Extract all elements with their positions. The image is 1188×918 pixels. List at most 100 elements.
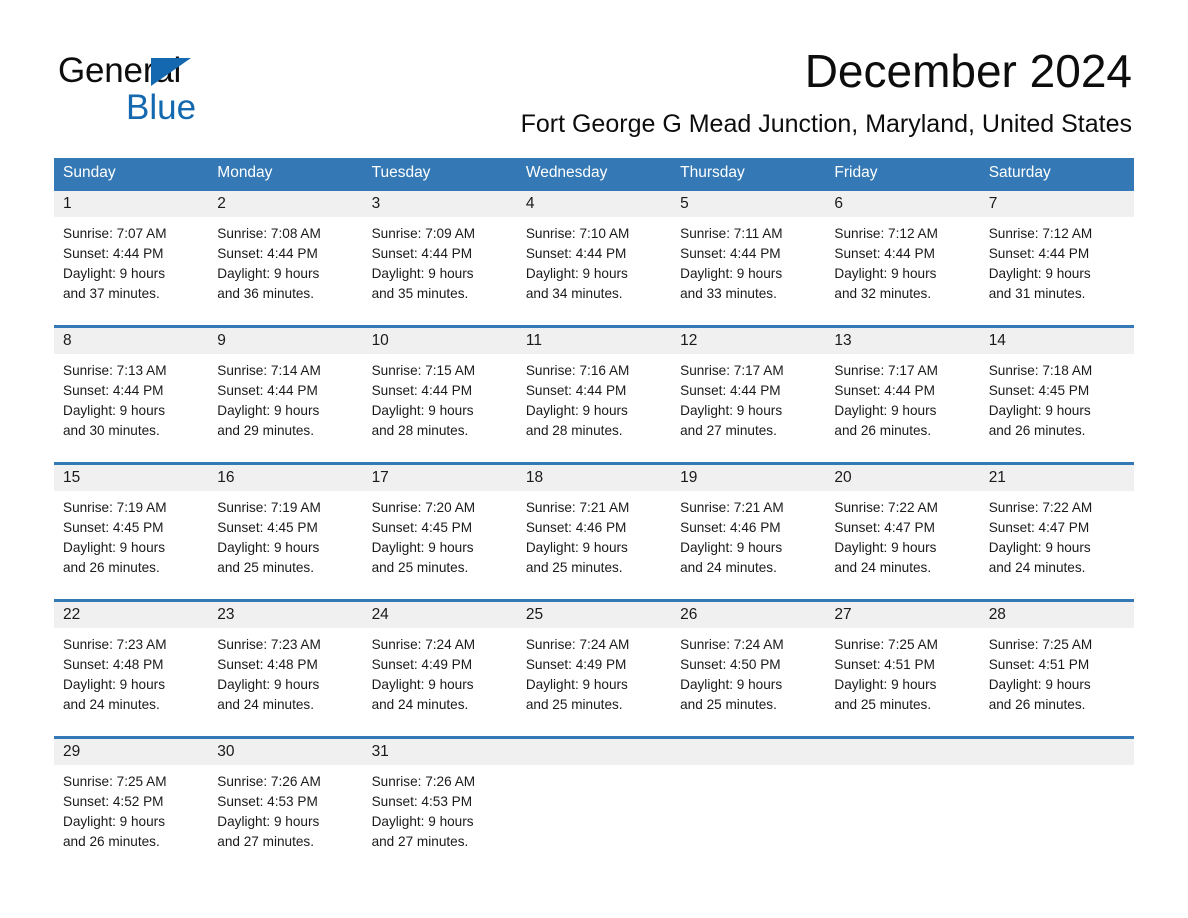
sunset-text: Sunset: 4:44 PM <box>680 383 781 398</box>
sunset-text: Sunset: 4:44 PM <box>680 246 781 261</box>
day-number[interactable]: 18 <box>517 465 671 491</box>
day-number[interactable]: 3 <box>363 191 517 217</box>
day-cell[interactable]: Sunrise: 7:17 AM Sunset: 4:44 PM Dayligh… <box>825 354 979 462</box>
daylight-text-line2: and 27 minutes. <box>680 423 777 438</box>
day-number[interactable]: 8 <box>54 328 208 354</box>
day-cell[interactable]: Sunrise: 7:19 AM Sunset: 4:45 PM Dayligh… <box>208 491 362 599</box>
daylight-text-line2: and 25 minutes. <box>217 560 315 575</box>
sunrise-text: Sunrise: 7:15 AM <box>371 363 476 378</box>
day-cell[interactable]: Sunrise: 7:12 AM Sunset: 4:44 PM Dayligh… <box>825 217 979 325</box>
day-number[interactable]: 2 <box>208 191 362 217</box>
day-cell[interactable]: Sunrise: 7:25 AM Sunset: 4:52 PM Dayligh… <box>54 765 208 873</box>
day-cell[interactable]: Sunrise: 7:22 AM Sunset: 4:47 PM Dayligh… <box>980 491 1134 599</box>
day-cell[interactable]: Sunrise: 7:21 AM Sunset: 4:46 PM Dayligh… <box>517 491 671 599</box>
day-cell[interactable]: Sunrise: 7:17 AM Sunset: 4:44 PM Dayligh… <box>671 354 825 462</box>
day-cell[interactable]: Sunrise: 7:09 AM Sunset: 4:44 PM Dayligh… <box>363 217 517 325</box>
day-cell[interactable]: Sunrise: 7:24 AM Sunset: 4:49 PM Dayligh… <box>363 628 517 736</box>
day-cell[interactable]: Sunrise: 7:21 AM Sunset: 4:46 PM Dayligh… <box>671 491 825 599</box>
day-number[interactable]: 17 <box>363 465 517 491</box>
day-number[interactable]: 31 <box>363 739 517 765</box>
day-number[interactable]: 12 <box>671 328 825 354</box>
weekday-header-wednesday: Wednesday <box>525 164 608 181</box>
day-cell[interactable]: Sunrise: 7:23 AM Sunset: 4:48 PM Dayligh… <box>54 628 208 736</box>
day-cell[interactable]: Sunrise: 7:16 AM Sunset: 4:44 PM Dayligh… <box>517 354 671 462</box>
day-number[interactable]: 25 <box>517 602 671 628</box>
daylight-text-line1: Daylight: 9 hours <box>525 540 628 555</box>
day-cell[interactable]: Sunrise: 7:24 AM Sunset: 4:50 PM Dayligh… <box>671 628 825 736</box>
day-number[interactable]: 10 <box>363 328 517 354</box>
sunrise-text: Sunrise: 7:23 AM <box>63 637 167 652</box>
daylight-text-line2: and 35 minutes. <box>371 286 469 301</box>
day-cell[interactable]: Sunrise: 7:24 AM Sunset: 4:49 PM Dayligh… <box>517 628 671 736</box>
day-cell[interactable]: Sunrise: 7:10 AM Sunset: 4:44 PM Dayligh… <box>517 217 671 325</box>
day-cell-empty <box>517 765 671 873</box>
day-cell[interactable]: Sunrise: 7:26 AM Sunset: 4:53 PM Dayligh… <box>208 765 362 873</box>
sunset-text: Sunset: 4:46 PM <box>525 520 627 535</box>
day-cell-empty <box>671 765 825 873</box>
day-number[interactable]: 16 <box>208 465 362 491</box>
day-cell[interactable]: Sunrise: 7:19 AM Sunset: 4:45 PM Dayligh… <box>54 491 208 599</box>
daylight-text-line2: and 28 minutes. <box>525 423 623 438</box>
day-cell[interactable]: Sunrise: 7:11 AM Sunset: 4:44 PM Dayligh… <box>671 217 825 325</box>
daylight-text-line2: and 30 minutes. <box>63 423 160 438</box>
calendar-week-row: 1 2 3 4 5 6 7 Sunrise: 7:07 AM Sunset: 4… <box>54 188 1134 325</box>
day-cell[interactable]: Sunrise: 7:14 AM Sunset: 4:44 PM Dayligh… <box>208 354 362 462</box>
day-cell[interactable]: Sunrise: 7:20 AM Sunset: 4:45 PM Dayligh… <box>363 491 517 599</box>
daylight-text-line1: Daylight: 9 hours <box>988 677 1091 692</box>
day-number-empty <box>825 739 979 765</box>
day-cell[interactable]: Sunrise: 7:13 AM Sunset: 4:44 PM Dayligh… <box>54 354 208 462</box>
page-title: December 2024 <box>804 45 1132 97</box>
sunrise-text: Sunrise: 7:09 AM <box>371 226 476 241</box>
day-number[interactable]: 27 <box>825 602 979 628</box>
day-number[interactable]: 6 <box>825 191 979 217</box>
daylight-text-line1: Daylight: 9 hours <box>680 540 783 555</box>
day-number[interactable]: 9 <box>208 328 362 354</box>
day-number[interactable]: 1 <box>54 191 208 217</box>
day-number[interactable]: 23 <box>208 602 362 628</box>
sunset-text: Sunset: 4:44 PM <box>525 383 627 398</box>
day-cell[interactable]: Sunrise: 7:15 AM Sunset: 4:44 PM Dayligh… <box>363 354 517 462</box>
sunset-text: Sunset: 4:44 PM <box>217 246 318 261</box>
sunset-text: Sunset: 4:48 PM <box>217 657 318 672</box>
day-number[interactable]: 13 <box>825 328 979 354</box>
daylight-text-line2: and 31 minutes. <box>988 286 1086 301</box>
day-number[interactable]: 7 <box>980 191 1134 217</box>
day-number[interactable]: 21 <box>980 465 1134 491</box>
day-number[interactable]: 22 <box>54 602 208 628</box>
weekday-header-tuesday: Tuesday <box>371 164 431 181</box>
day-number[interactable]: 29 <box>54 739 208 765</box>
calendar-week-row: 15 16 17 18 19 20 21 Sunrise: 7:19 AM Su… <box>54 462 1134 599</box>
sunset-text: Sunset: 4:51 PM <box>988 657 1090 672</box>
day-number[interactable]: 14 <box>980 328 1134 354</box>
sunset-text: Sunset: 4:45 PM <box>988 383 1090 398</box>
daylight-text-line1: Daylight: 9 hours <box>217 403 320 418</box>
day-cell[interactable]: Sunrise: 7:18 AM Sunset: 4:45 PM Dayligh… <box>980 354 1134 462</box>
day-number[interactable]: 11 <box>517 328 671 354</box>
day-cell[interactable]: Sunrise: 7:22 AM Sunset: 4:47 PM Dayligh… <box>825 491 979 599</box>
day-number[interactable]: 24 <box>363 602 517 628</box>
day-number[interactable]: 15 <box>54 465 208 491</box>
day-number[interactable]: 5 <box>671 191 825 217</box>
general-blue-logo[interactable]: General Blue <box>58 52 318 126</box>
sunrise-text: Sunrise: 7:24 AM <box>525 637 630 652</box>
title-block: December 2024 Fort George G Mead Junctio… <box>521 44 1132 140</box>
daylight-text-line1: Daylight: 9 hours <box>834 540 937 555</box>
day-number[interactable]: 4 <box>517 191 671 217</box>
day-cell[interactable]: Sunrise: 7:23 AM Sunset: 4:48 PM Dayligh… <box>208 628 362 736</box>
daylight-text-line1: Daylight: 9 hours <box>988 540 1091 555</box>
day-number[interactable]: 20 <box>825 465 979 491</box>
day-cell[interactable]: Sunrise: 7:26 AM Sunset: 4:53 PM Dayligh… <box>363 765 517 873</box>
day-cell[interactable]: Sunrise: 7:08 AM Sunset: 4:44 PM Dayligh… <box>208 217 362 325</box>
sunrise-text: Sunrise: 7:17 AM <box>834 363 938 378</box>
weekday-header-monday: Monday <box>217 164 273 181</box>
daylight-text-line2: and 25 minutes. <box>371 560 469 575</box>
day-number[interactable]: 30 <box>208 739 362 765</box>
day-cell[interactable]: Sunrise: 7:12 AM Sunset: 4:44 PM Dayligh… <box>980 217 1134 325</box>
sunset-text: Sunset: 4:44 PM <box>525 246 627 261</box>
day-cell[interactable]: Sunrise: 7:07 AM Sunset: 4:44 PM Dayligh… <box>54 217 208 325</box>
day-number[interactable]: 19 <box>671 465 825 491</box>
day-cell[interactable]: Sunrise: 7:25 AM Sunset: 4:51 PM Dayligh… <box>825 628 979 736</box>
day-number[interactable]: 28 <box>980 602 1134 628</box>
day-number[interactable]: 26 <box>671 602 825 628</box>
day-cell[interactable]: Sunrise: 7:25 AM Sunset: 4:51 PM Dayligh… <box>980 628 1134 736</box>
